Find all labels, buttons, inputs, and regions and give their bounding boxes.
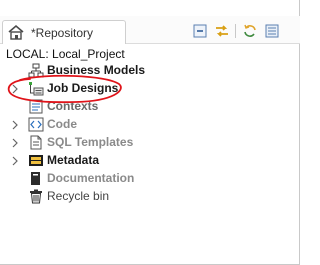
refresh-icon[interactable] <box>242 23 258 39</box>
tab-title: *Repository <box>31 26 94 40</box>
repository-view: *Repository LOCAL: Local_Project Busines… <box>0 0 300 265</box>
tab-bar: *Repository <box>0 16 300 44</box>
view-menu-icon[interactable] <box>264 23 280 39</box>
code-icon <box>28 117 44 132</box>
sql-templates-icon <box>28 135 44 150</box>
view-toolbar <box>190 20 300 42</box>
tree-item-label: Code <box>47 117 77 131</box>
tree-item-code[interactable]: Code <box>0 116 300 133</box>
documentation-icon <box>28 171 44 186</box>
tree-item-label: Metadata <box>47 153 100 167</box>
annotation-ellipse <box>7 74 122 104</box>
chevron-right-icon[interactable] <box>10 137 20 148</box>
tree-item-label: Recycle bin <box>47 189 110 203</box>
tree-item-metadata[interactable]: Metadata <box>0 152 300 169</box>
repository-home-icon <box>7 24 25 40</box>
chevron-right-icon[interactable] <box>10 155 20 166</box>
toolbar-separator <box>235 24 236 38</box>
link-with-editor-icon[interactable] <box>214 23 230 39</box>
tree-item-sql-templates[interactable]: SQL Templates <box>0 134 300 151</box>
tab-repository[interactable]: *Repository <box>2 20 126 44</box>
metadata-icon <box>28 153 44 168</box>
chevron-right-icon[interactable] <box>10 119 20 130</box>
recycle-bin-icon <box>28 189 44 204</box>
tree-item-documentation[interactable]: Documentation <box>0 170 300 187</box>
tree-item-recycle-bin[interactable]: Recycle bin <box>0 188 300 205</box>
collapse-all-icon[interactable] <box>192 23 208 39</box>
project-location: LOCAL: Local_Project <box>6 47 125 61</box>
tree-item-label: SQL Templates <box>47 135 134 149</box>
tree-item-label: Documentation <box>47 171 135 185</box>
